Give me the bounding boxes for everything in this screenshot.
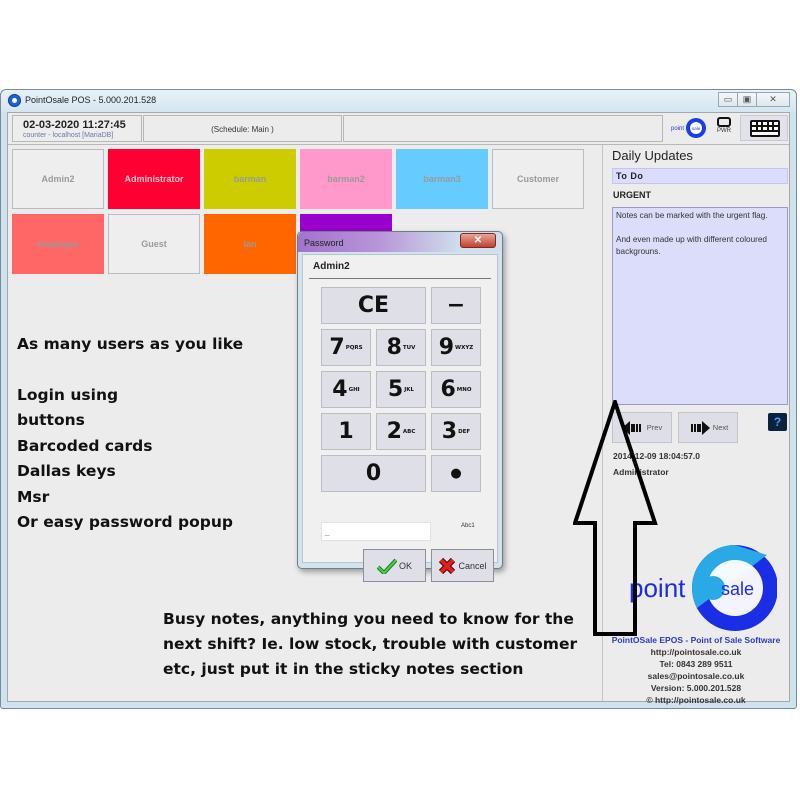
next-label: Next [712,423,729,432]
user-tile[interactable]: employee [12,214,104,274]
power-label: PWR [717,128,731,134]
key-8[interactable]: 8 TUV [376,329,426,366]
notes-annotation: Busy notes, anything you need to know fo… [163,607,577,682]
copyright: © http://pointosale.co.uk [646,695,746,705]
user-tile[interactable]: Administrator [108,149,200,209]
ok-label: OK [398,560,412,571]
user-tile[interactable]: barman3 [396,149,488,209]
next-note-button[interactable]: Next [678,412,738,443]
power-icon [717,117,731,127]
key-3[interactable]: 3 DEF [431,413,481,450]
annotation-line: buttons [17,411,85,429]
user-tile[interactable]: barman [204,149,296,209]
ok-button[interactable]: OK [363,549,426,582]
website[interactable]: http://pointosale.co.uk [607,646,785,658]
cancel-label: Cancel [458,560,487,571]
prev-label: Prev [646,423,663,432]
logo-small-right: sale [692,126,701,131]
user-tile[interactable]: Admin2 [12,149,104,209]
dialog-title-bar[interactable]: Password ✕ [298,232,502,252]
keyboard-icon [750,120,780,137]
app-logo-icon [8,94,21,107]
input-mode-indicator[interactable]: Abc1 [461,523,475,529]
window-title: PointOsale POS - 5.000.201.528 [25,95,157,105]
minimize-button[interactable]: ▭ [718,92,738,107]
logo-text-left: point [629,573,686,603]
note-line-2: And even made up with different coloured… [616,235,767,256]
arrow-left-icon [621,420,641,435]
prev-note-button[interactable]: Prev [612,412,672,443]
restore-button[interactable]: ▣ [737,92,757,107]
key-0[interactable]: 0 [321,455,426,492]
annotation-line: As many users as you like [17,335,244,353]
brand-tagline: PointOSale EPOS - Point of Sale Software [611,635,781,645]
dialog-username: Admin2 [313,261,350,272]
key-5[interactable]: 5 JKL [376,371,426,408]
user-tile[interactable]: barman2 [300,149,392,209]
divider [309,278,491,279]
annotation-line: Barcoded cards [17,436,153,455]
urgent-label: URGENT [613,190,651,200]
todo-field[interactable]: To Do [612,168,788,184]
user-tile[interactable]: Customer [492,149,584,209]
key-1[interactable]: 1 [321,413,371,450]
annotation-line: next shift? Ie. low stock, trouble with … [163,635,578,653]
key-minus[interactable]: − [431,287,481,324]
key-ce[interactable]: CE [321,287,426,324]
version: Version: 5.000.201.528 [650,683,742,693]
cancel-button[interactable]: Cancel [431,549,494,582]
pointosale-logo: point sale [629,545,777,631]
schedule-panel: (Schedule: Main ) [143,115,342,142]
schedule-label: (Schedule: Main ) [211,125,274,134]
server-info: counter - localhost [MariaDB] [23,132,114,139]
close-button[interactable]: ✕ [756,92,790,107]
clock-panel: 02-03-2020 11:27:45 counter - localhost … [12,115,142,142]
email[interactable]: sales@pointosale.co.uk [607,670,785,682]
dialog-title: Password [304,238,344,248]
telephone: Tel: 0843 289 9511 [659,659,733,669]
top-status-bar: 02-03-2020 11:27:45 counter - localhost … [8,113,789,145]
annotation-line: Dallas keys [17,462,116,480]
keyboard-button[interactable] [740,115,788,141]
logo-text-right: sale [721,579,754,599]
key-9[interactable]: 9 WXYZ [431,329,481,366]
annotation-line: etc, just put it in the sticky notes sec… [163,660,524,678]
daily-updates-panel: Daily Updates To Do URGENT Notes can be … [607,145,789,705]
notes-textarea[interactable]: Notes can be marked with the urgent flag… [612,207,788,405]
password-dialog: Password ✕ Admin2 CE − 7 PQRS 8 TUV 9 WXYZ … [297,231,503,582]
pointosale-logo-small[interactable]: point sale [670,116,710,140]
power-button[interactable]: PWR [714,117,734,141]
user-tile[interactable]: ian [204,214,296,274]
title-bar[interactable]: PointOsale POS - 5.000.201.528 ▭ ▣ ✕ [1,90,796,112]
annotation-line [17,358,243,383]
logo-small-left: point [671,126,684,132]
datetime: 02-03-2020 11:27:45 [23,119,126,131]
daily-updates-title: Daily Updates [612,148,693,163]
checkmark-icon [376,558,397,574]
key-4[interactable]: 4 GHI [321,371,371,408]
note-line-1: Notes can be marked with the urgent flag… [616,211,768,220]
feature-annotation: As many users as you like Login using butt… [17,332,243,536]
annotation-line: Busy notes, anything you need to know fo… [163,610,574,628]
help-button[interactable]: ? [768,413,787,431]
key-dot[interactable]: ● [431,455,481,492]
annotation-line: Login using [17,385,119,404]
panel-divider [602,145,603,701]
annotation-line: Msr [17,487,50,506]
dialog-close-button[interactable]: ✕ [460,233,496,248]
cross-icon [439,557,456,574]
key-2[interactable]: 2 ABC [376,413,426,450]
key-6[interactable]: 6 MNO [431,371,481,408]
annotation-line: Or easy password popup [17,513,233,531]
user-tile[interactable]: Guest [108,214,200,274]
status-panel [343,115,663,142]
key-7[interactable]: 7 PQRS [321,329,371,366]
company-info: PointOSale EPOS - Point of Sale Software… [607,634,785,706]
note-author: Administrator [613,467,669,477]
arrow-right-icon [690,420,710,435]
note-timestamp: 2014-12-09 18:04:57.0 [613,451,700,461]
dialog-body: Admin2 CE − 7 PQRS 8 TUV 9 WXYZ 4 GHI 5 JKL 6… [302,254,498,582]
password-input[interactable]: _ [321,522,431,541]
